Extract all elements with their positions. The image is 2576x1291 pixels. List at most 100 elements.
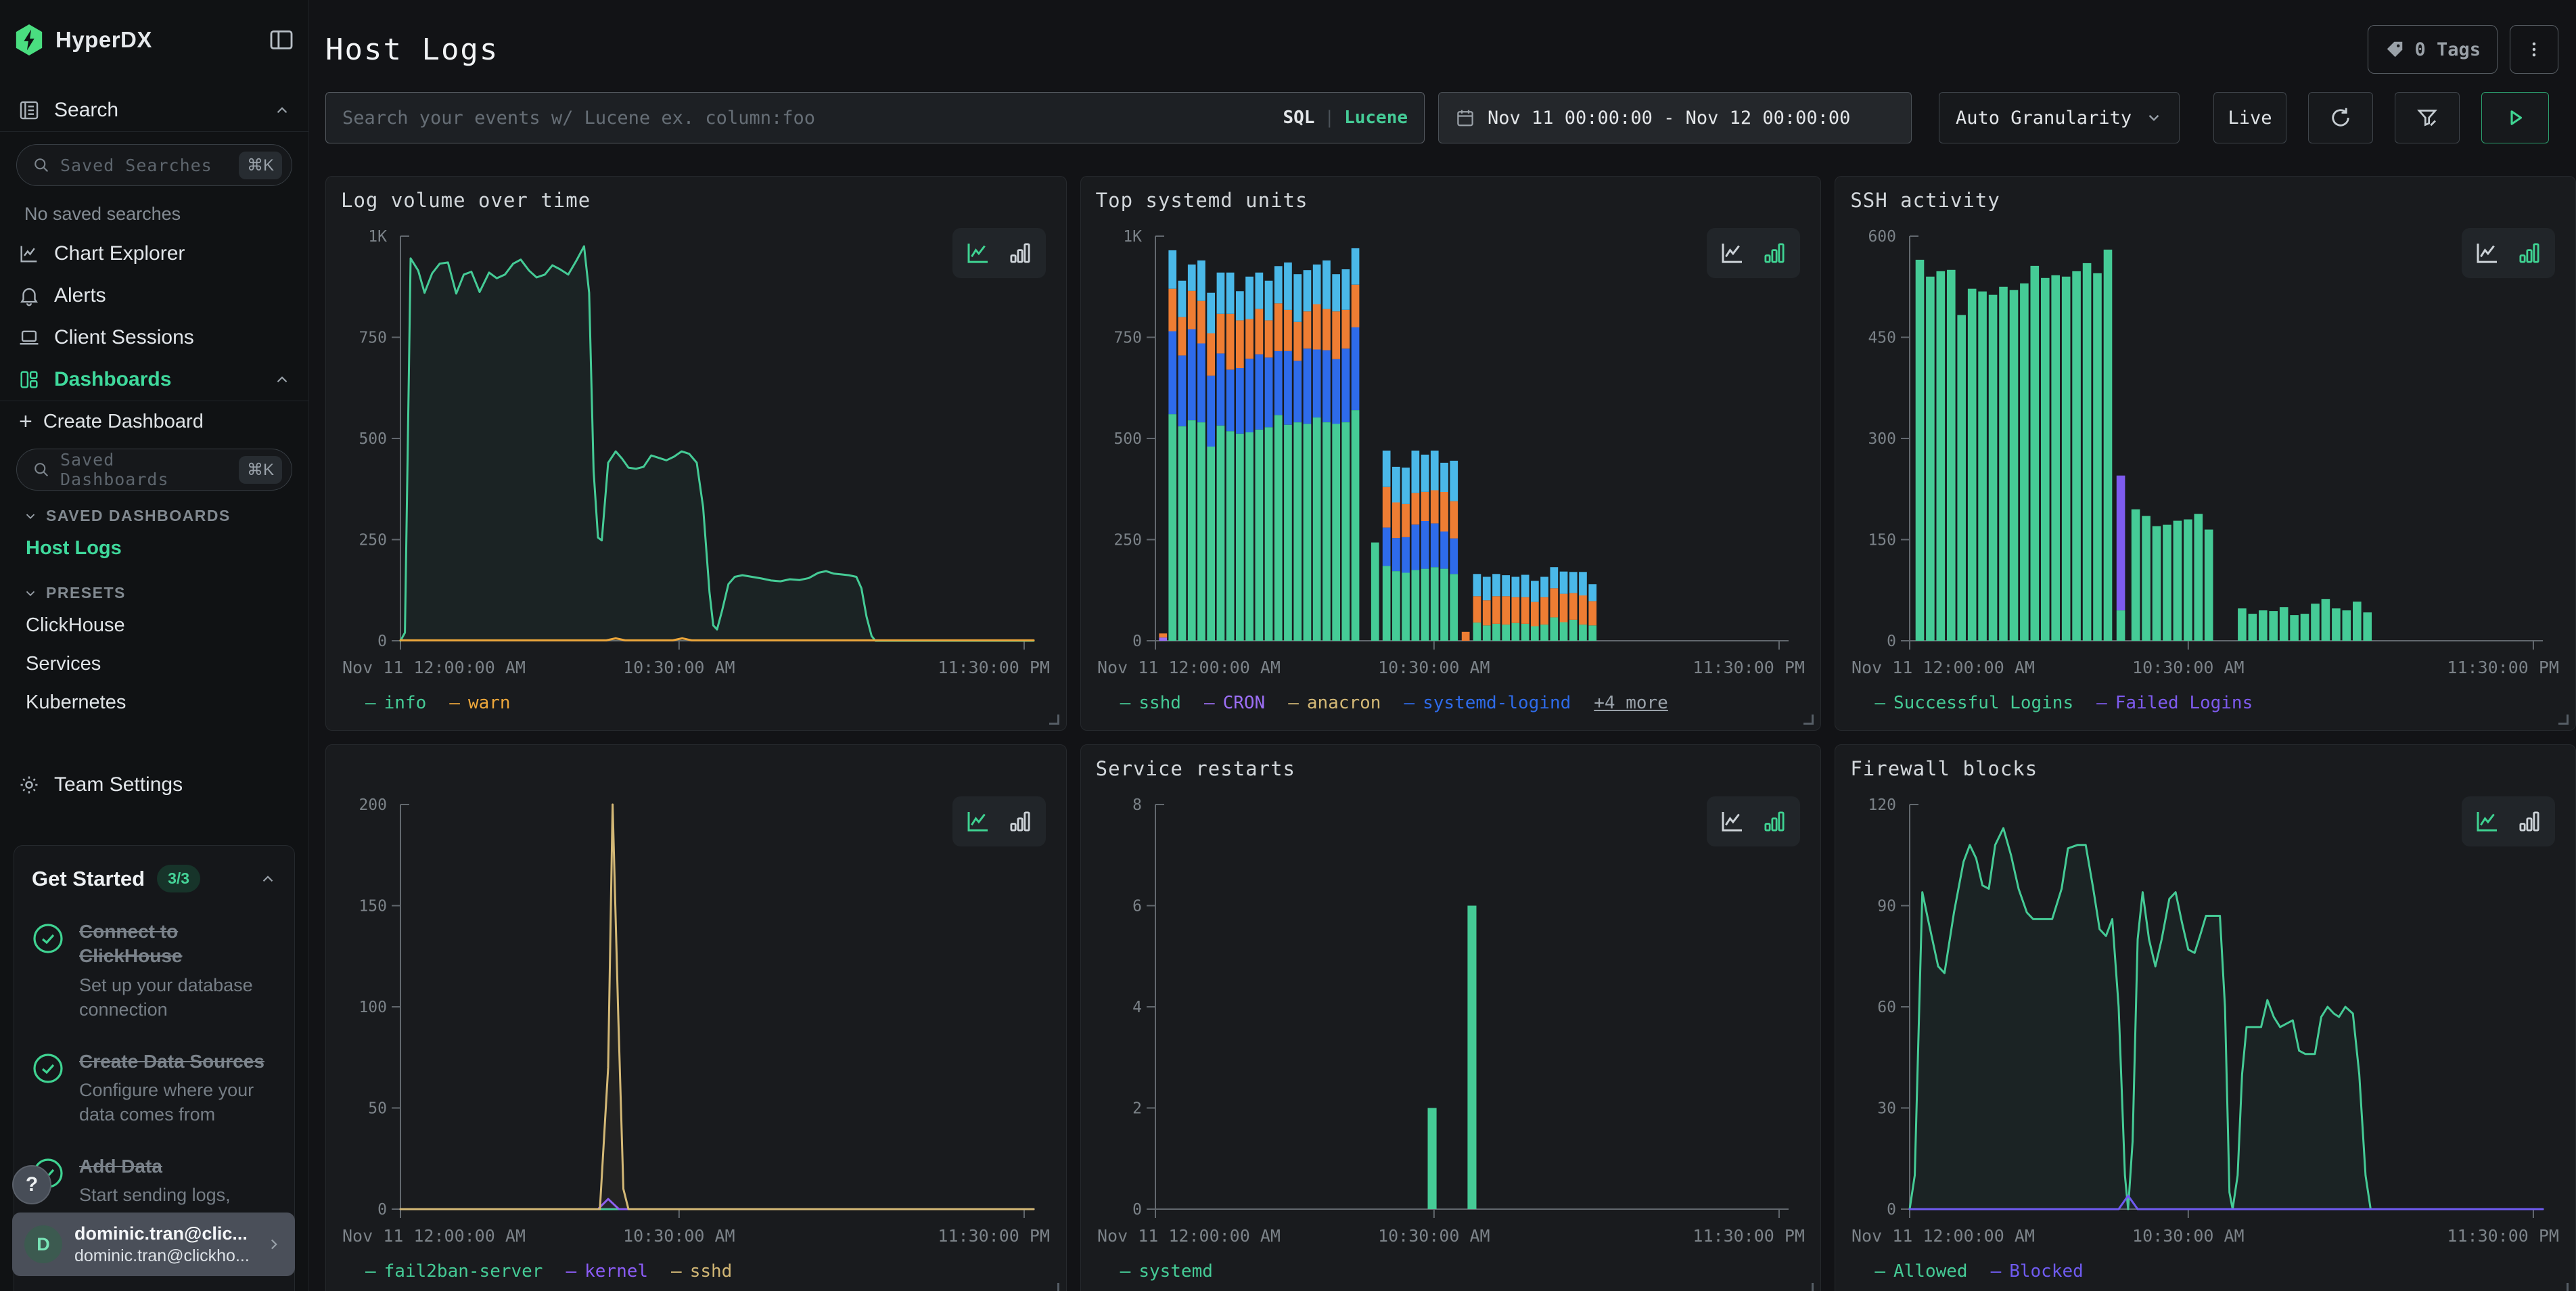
- event-search-bar[interactable]: SQL | Lucene: [325, 92, 1425, 143]
- bar-chart-toggle-icon[interactable]: [1760, 239, 1789, 267]
- legend-label: info: [384, 693, 427, 713]
- sidebar-item-services[interactable]: Services: [14, 645, 295, 683]
- line-chart-toggle-icon[interactable]: [1718, 807, 1747, 836]
- sidebar-item-host-logs[interactable]: Host Logs: [14, 529, 295, 568]
- line-chart-toggle-icon[interactable]: [1718, 239, 1747, 267]
- get-started-step[interactable]: Create Data Sources Configure where your…: [32, 1049, 277, 1127]
- step-desc: Set up your database connection: [79, 973, 277, 1022]
- help-button[interactable]: ?: [12, 1165, 51, 1204]
- chart-canvas[interactable]: 0306090120Nov 11 12:00:00 AM10:30:00 AM1…: [1850, 790, 2560, 1252]
- saved-dashboards-input[interactable]: Saved Dashboards ⌘K: [16, 449, 292, 491]
- line-chart-toggle-icon[interactable]: [2473, 239, 2502, 267]
- legend-swatch: —: [1404, 693, 1414, 713]
- bar-chart-toggle-icon[interactable]: [1760, 807, 1789, 836]
- divider: [0, 131, 308, 132]
- saved-dashboards-section-header[interactable]: SAVED DASHBOARDS: [23, 507, 295, 525]
- get-started-step[interactable]: Connect to ClickHouse Set up your databa…: [32, 920, 277, 1022]
- svg-text:500: 500: [359, 430, 387, 448]
- step-title: Connect to ClickHouse: [79, 920, 277, 969]
- line-chart-toggle-icon[interactable]: [964, 239, 992, 267]
- granularity-value: Auto Granularity: [1956, 108, 2132, 129]
- bar-chart-toggle-icon[interactable]: [2515, 807, 2544, 836]
- legend-label: Allowed: [1893, 1261, 1968, 1282]
- chart-canvas[interactable]: 050100150200Nov 11 12:00:00 AM10:30:00 A…: [341, 790, 1051, 1252]
- refresh-button[interactable]: [2308, 92, 2373, 143]
- bar-chart-toggle-icon[interactable]: [2515, 239, 2544, 267]
- resize-handle[interactable]: [2558, 715, 2569, 725]
- user-menu[interactable]: D dominic.tran@clic... dominic.tran@clic…: [12, 1213, 295, 1276]
- chevron-up-icon: [273, 371, 291, 388]
- chart-canvas[interactable]: 02505007501KNov 11 12:00:00 AM10:30:00 A…: [341, 221, 1051, 684]
- legend-item: —systemd-logind: [1404, 693, 1571, 713]
- resize-handle[interactable]: [1049, 1283, 1059, 1291]
- chevron-up-icon[interactable]: [259, 870, 277, 888]
- legend-swatch: —: [2096, 693, 2107, 713]
- svg-text:200: 200: [359, 796, 387, 814]
- tags-button[interactable]: 0 Tags: [2368, 25, 2498, 74]
- legend-label: fail2ban-server: [384, 1261, 543, 1282]
- presets-section-header[interactable]: PRESETS: [23, 584, 295, 602]
- create-dashboard-label: Create Dashboard: [43, 411, 204, 433]
- chart-legend: —fail2ban-server—kernel—sshd: [341, 1252, 1051, 1290]
- legend-label: kernel: [584, 1261, 648, 1282]
- svg-text:150: 150: [1868, 532, 1897, 549]
- chart-canvas[interactable]: 0150300450600Nov 11 12:00:00 AM10:30:00 …: [1850, 221, 2560, 684]
- sidebar-item-kubernetes[interactable]: Kubernetes: [14, 683, 295, 722]
- sidebar-item-team-settings[interactable]: Team Settings: [14, 764, 295, 806]
- live-button[interactable]: Live: [2213, 92, 2286, 143]
- legend-item: —kernel: [566, 1261, 648, 1282]
- dashboards-grid-icon: [18, 368, 41, 391]
- legend-swatch: —: [365, 1261, 376, 1282]
- resize-handle[interactable]: [2558, 1283, 2569, 1291]
- svg-text:250: 250: [1113, 532, 1142, 549]
- more-options-button[interactable]: [2510, 25, 2558, 74]
- sidebar-item-alerts[interactable]: Alerts: [14, 275, 295, 317]
- search-icon: [32, 460, 51, 479]
- sidebar-item-search[interactable]: Search: [14, 89, 295, 131]
- laptop-icon: [18, 326, 41, 349]
- svg-text:750: 750: [359, 330, 387, 347]
- chart-type-toggle: [952, 796, 1046, 846]
- run-query-button[interactable]: [2481, 92, 2549, 143]
- search-input[interactable]: [342, 108, 1283, 129]
- line-chart-toggle-icon[interactable]: [2473, 807, 2502, 836]
- avatar: D: [24, 1225, 62, 1263]
- create-dashboard-button[interactable]: + Create Dashboard: [14, 401, 295, 442]
- granularity-select[interactable]: Auto Granularity: [1939, 92, 2180, 143]
- line-chart-toggle-icon[interactable]: [964, 807, 992, 836]
- filter-button[interactable]: [2395, 92, 2460, 143]
- panel-title: Service restarts: [1096, 757, 1806, 790]
- bar-chart-toggle-icon[interactable]: [1006, 239, 1034, 267]
- chart-canvas[interactable]: 02505007501KNov 11 12:00:00 AM10:30:00 A…: [1096, 221, 1806, 684]
- chart-canvas[interactable]: 02468Nov 11 12:00:00 AM10:30:00 AM11:30:…: [1096, 790, 1806, 1252]
- resize-handle[interactable]: [1049, 715, 1059, 725]
- legend-label: systemd: [1138, 1261, 1213, 1282]
- calendar-icon: [1455, 108, 1475, 128]
- sidebar-item-label: Chart Explorer: [54, 242, 291, 265]
- sidebar-item-clickhouse[interactable]: ClickHouse: [14, 606, 295, 645]
- lang-toggle-sql[interactable]: SQL: [1283, 108, 1314, 128]
- section-header-label: PRESETS: [46, 584, 126, 602]
- saved-searches-input[interactable]: Saved Searches ⌘K: [16, 144, 292, 186]
- legend-swatch: —: [1874, 1261, 1885, 1282]
- chart-legend: —Successful Logins—Failed Logins: [1850, 684, 2560, 722]
- chart-panel-log-volume-over-time: Log volume over time02505007501KNov 11 1…: [325, 176, 1067, 731]
- legend-item: —Failed Logins: [2096, 693, 2253, 713]
- legend-swatch: —: [365, 693, 376, 713]
- chevron-down-icon: [2145, 109, 2163, 127]
- bar-chart-toggle-icon[interactable]: [1006, 807, 1034, 836]
- legend-swatch: —: [1991, 1261, 2002, 1282]
- sidebar-collapse-icon[interactable]: [268, 26, 295, 53]
- resize-handle[interactable]: [1803, 1283, 1814, 1291]
- lang-toggle-lucene[interactable]: Lucene: [1344, 108, 1408, 128]
- legend-item: —Blocked: [1991, 1261, 2084, 1282]
- sidebar-item-dashboards[interactable]: Dashboards: [14, 359, 295, 401]
- legend-item[interactable]: +4 more: [1594, 693, 1668, 713]
- date-range-picker[interactable]: Nov 11 00:00:00 - Nov 12 00:00:00: [1438, 92, 1912, 143]
- svg-text:Nov 11 12:00:00 AM: Nov 11 12:00:00 AM: [342, 1226, 526, 1246]
- sidebar-item-client-sessions[interactable]: Client Sessions: [14, 317, 295, 359]
- sidebar-item-chart-explorer[interactable]: Chart Explorer: [14, 233, 295, 275]
- tag-icon: [2385, 39, 2405, 60]
- resize-handle[interactable]: [1803, 715, 1814, 725]
- chart-panel-top-systemd-units: Top systemd units02505007501KNov 11 12:0…: [1080, 176, 1822, 731]
